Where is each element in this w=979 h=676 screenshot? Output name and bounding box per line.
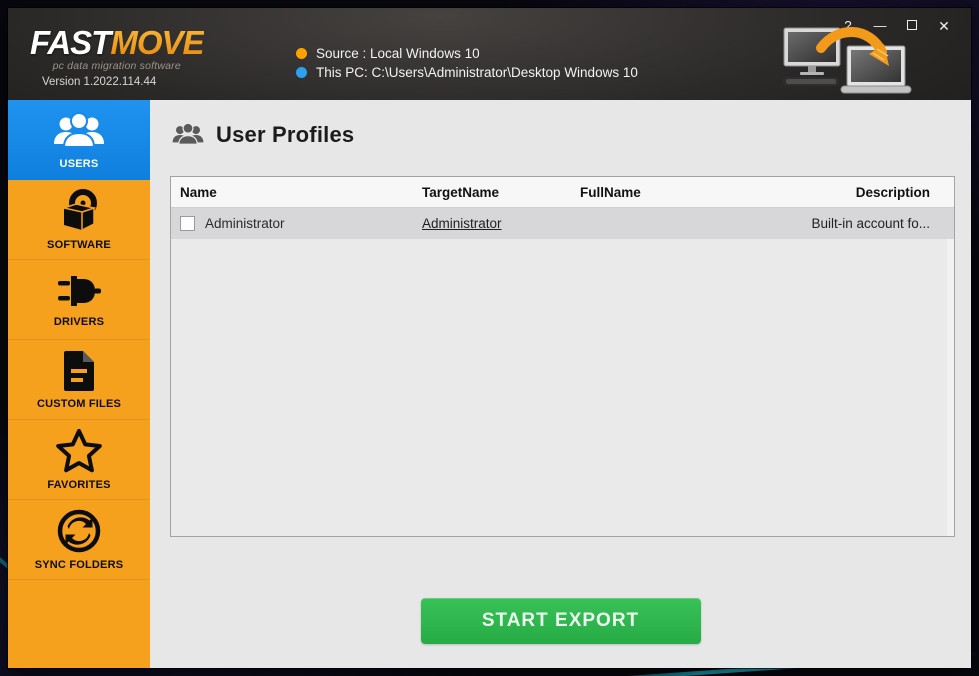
- user-profiles-table: Name TargetName FullName Description Adm…: [170, 176, 955, 537]
- sidebar-nav: USERS SOFTWARE: [8, 100, 150, 668]
- page-title: User Profiles: [172, 122, 354, 148]
- source-status-label: Source : Local Windows 10: [316, 46, 480, 61]
- plug-icon: [56, 271, 102, 311]
- table-header-row: Name TargetName FullName Description: [171, 177, 954, 208]
- column-header-description[interactable]: Description: [741, 185, 954, 200]
- version-label: Version 1.2022.114.44: [30, 76, 204, 88]
- column-header-targetname[interactable]: TargetName: [413, 185, 571, 200]
- sidebar-item-label: SYNC FOLDERS: [35, 559, 124, 571]
- column-header-fullname[interactable]: FullName: [571, 185, 741, 200]
- row-name-label: Administrator: [205, 216, 285, 231]
- app-header: FASTMOVE pc data migration software Vers…: [8, 8, 971, 100]
- main-panel: User Profiles Name TargetName FullName D…: [150, 100, 971, 668]
- sidebar-item-label: FAVORITES: [47, 479, 110, 491]
- this-pc-bullet-icon: [296, 67, 307, 78]
- connection-status: Source : Local Windows 10 This PC: C:\Us…: [296, 44, 638, 82]
- source-status-line: Source : Local Windows 10: [296, 44, 638, 63]
- sidebar-item-drivers[interactable]: DRIVERS: [8, 260, 150, 340]
- this-pc-status-label: This PC: C:\Users\Administrator\Desktop …: [316, 65, 638, 80]
- table-row-administrator[interactable]: Administrator Administrator Built-in acc…: [171, 208, 954, 239]
- sync-icon: [56, 508, 102, 554]
- targetname-cell: Administrator: [413, 216, 571, 231]
- source-bullet-icon: [296, 48, 307, 59]
- logo-tagline: pc data migration software: [30, 60, 204, 72]
- software-box-icon: [56, 188, 102, 234]
- start-export-button[interactable]: START EXPORT: [421, 598, 701, 644]
- page-title-text: User Profiles: [216, 122, 354, 148]
- sidebar-item-label: SOFTWARE: [47, 239, 111, 251]
- users-icon: [53, 111, 105, 153]
- document-icon: [60, 349, 98, 393]
- name-cell: Administrator: [171, 216, 413, 231]
- app-window: FASTMOVE pc data migration software Vers…: [8, 8, 971, 668]
- close-button[interactable]: ✕: [933, 16, 955, 36]
- row-checkbox[interactable]: [180, 216, 195, 231]
- logo-text: FASTMOVE: [30, 26, 204, 59]
- sidebar-item-label: CUSTOM FILES: [37, 398, 121, 410]
- user-profiles-icon: [172, 122, 204, 148]
- sidebar-item-users[interactable]: USERS: [8, 100, 150, 180]
- column-header-name[interactable]: Name: [171, 185, 413, 200]
- sidebar-item-label: USERS: [60, 158, 99, 170]
- pc-transfer-illustration: [781, 22, 919, 98]
- sidebar-filler: [8, 580, 150, 668]
- target-name-link[interactable]: Administrator: [422, 216, 502, 231]
- table-scrollbar-track[interactable]: [947, 239, 954, 536]
- sidebar-item-software[interactable]: SOFTWARE: [8, 180, 150, 260]
- star-icon: [55, 428, 103, 474]
- this-pc-status-line: This PC: C:\Users\Administrator\Desktop …: [296, 63, 638, 82]
- sidebar-item-label: DRIVERS: [54, 316, 104, 328]
- app-logo: FASTMOVE pc data migration software Vers…: [30, 26, 204, 88]
- table-empty-area: [171, 239, 954, 536]
- description-cell: Built-in account fo...: [741, 216, 954, 231]
- sidebar-item-custom-files[interactable]: CUSTOM FILES: [8, 340, 150, 420]
- sidebar-item-sync-folders[interactable]: SYNC FOLDERS: [8, 500, 150, 580]
- sidebar-item-favorites[interactable]: FAVORITES: [8, 420, 150, 500]
